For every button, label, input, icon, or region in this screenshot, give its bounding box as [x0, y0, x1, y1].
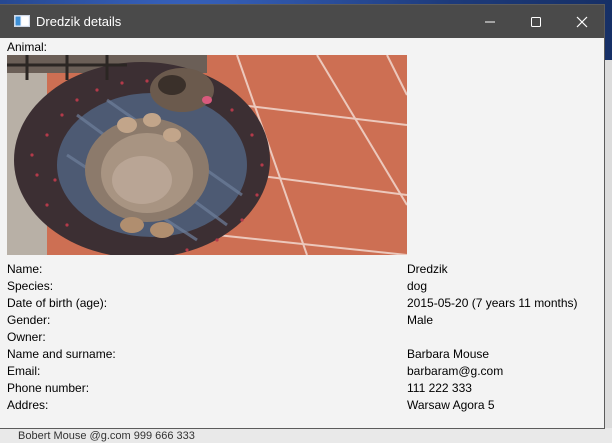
background-window-edge [603, 60, 612, 428]
gender-label: Gender: [7, 313, 51, 327]
address-label: Addres: [7, 398, 49, 412]
email-value: barbaram@g.com [407, 364, 504, 378]
background-window-text: Bobert Mouse @g.com 999 666 333 [18, 430, 195, 442]
name-surname-label: Name and surname: [7, 347, 116, 361]
phone-label: Phone number: [7, 381, 90, 395]
address-value: Warsaw Agora 5 [407, 398, 495, 412]
dob-value: 2015-05-20 (7 years 11 months) [407, 296, 578, 310]
window-title: Dredzik details [36, 14, 122, 29]
close-button[interactable] [559, 5, 605, 38]
gender-value: Male [407, 313, 434, 327]
title-bar[interactable]: Dredzik details [0, 5, 604, 38]
maximize-button[interactable] [513, 5, 559, 38]
owner-label: Owner: [7, 330, 46, 344]
details-content: Animal: Name: Dredzik Species: dog Date … [7, 40, 597, 420]
name-surname-value: Barbara Mouse [407, 347, 490, 361]
app-window-icon [14, 15, 30, 27]
close-icon [576, 16, 588, 27]
animal-label: Animal: [7, 40, 48, 54]
minimize-button[interactable] [467, 5, 513, 38]
name-label: Name: [7, 262, 43, 276]
species-value: dog [407, 279, 428, 293]
maximize-icon [531, 16, 541, 27]
dog-in-bed-image [7, 55, 407, 255]
email-label: Email: [7, 364, 41, 378]
phone-value: 111 222 333 [407, 381, 472, 395]
name-value: Dredzik [407, 262, 448, 276]
species-label: Species: [7, 279, 54, 293]
dob-label: Date of birth (age): [7, 296, 108, 310]
details-window: Dredzik details Animal: Name: Dredzik Sp… [0, 5, 604, 428]
animal-photo [7, 55, 407, 255]
minimize-icon [485, 21, 495, 22]
